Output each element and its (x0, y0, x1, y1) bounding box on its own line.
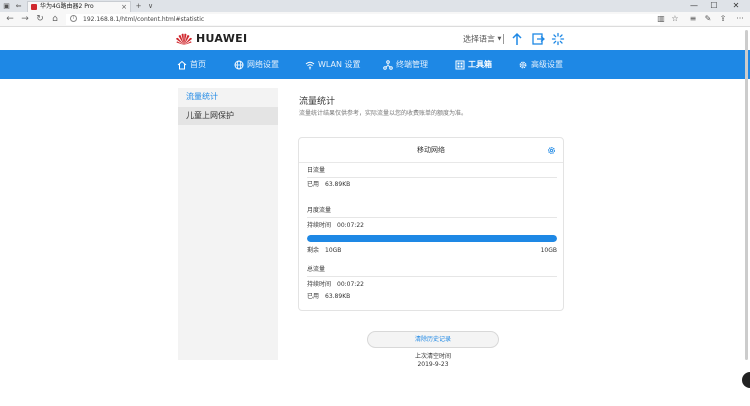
sidebar-item-traffic-statistics[interactable]: 流量统计 (178, 88, 278, 106)
url-field[interactable]: i 192.168.8.1/html/content.html#statisti… (66, 14, 660, 25)
total-duration-label: 持续时间 (307, 281, 332, 288)
total-traffic-label: 总流量 (307, 266, 326, 273)
floating-help-button[interactable] (742, 372, 750, 388)
total-duration-value: 00:07:22 (337, 281, 364, 288)
total-duration-row: 持续时间 00:07:22 (307, 281, 364, 289)
nav-toolbox[interactable]: 工具箱 (455, 50, 492, 79)
monthly-traffic-label: 月度流量 (307, 207, 332, 214)
chevron-down-icon: ▼ (497, 36, 502, 42)
last-clear-date: 2019-9-23 (417, 361, 449, 368)
toolbox-icon (455, 60, 465, 69)
nav-device-management[interactable]: 终端管理 (383, 50, 428, 79)
total-used-value: 63.89KB (325, 293, 351, 300)
last-clear-label: 上次清空时间 (414, 353, 451, 360)
daily-used-row: 已用 63.89KB (307, 181, 350, 189)
sidebar-item-parental-control[interactable]: 儿童上网保护 (178, 107, 278, 125)
back-tabs-icon[interactable]: ⇐ (14, 2, 23, 10)
brand-name: HUAWEI (196, 32, 248, 45)
more-menu-icon[interactable]: ··· (735, 14, 745, 24)
total-used-row: 已用 63.89KB (307, 293, 350, 301)
web-note-icon[interactable]: ✎ (703, 14, 713, 24)
huawei-logo-icon (176, 33, 192, 45)
globe-icon (234, 60, 244, 69)
language-label[interactable]: 选择语言 (463, 35, 495, 44)
minimize-button[interactable]: — (686, 0, 702, 11)
monthly-remaining-value: 10GB (325, 247, 342, 254)
monthly-usage-progress-bar (307, 235, 557, 242)
forward-arrow-icon[interactable]: → (20, 14, 30, 24)
monthly-duration-label: 持续时间 (307, 222, 332, 229)
settings-gear-icon[interactable] (547, 146, 556, 155)
monthly-remaining-row: 剩余 10GB (307, 247, 341, 255)
browser-tab-bar: ▣ ⇐ 华为4G路由器2 Pro × + ∨ — ☐ ✕ (0, 0, 750, 12)
divider (307, 276, 557, 277)
nav-devices-label: 终端管理 (396, 60, 428, 69)
nav-network-settings[interactable]: 网络设置 (234, 50, 279, 79)
tab-close-icon[interactable]: × (121, 2, 127, 12)
page-header: HUAWEI 选择语言 ▼ (0, 27, 750, 50)
wifi-icon (305, 61, 315, 69)
card-header: 移动网络 (299, 138, 563, 163)
close-window-button[interactable]: ✕ (728, 0, 744, 11)
monthly-remaining-label: 剩余 (307, 247, 320, 254)
divider (307, 177, 557, 178)
loading-spinner-icon (551, 32, 565, 46)
url-text[interactable]: 192.168.8.1/html/content.html#statistic (83, 14, 204, 25)
nav-network-label: 网络设置 (247, 60, 279, 69)
home-icon (177, 60, 187, 69)
mobile-network-card: 移动网络 日流量 已用 63.89KB 月度流量 持续时间 00:07:22 剩余 1… (298, 137, 564, 311)
nav-home-label: 首页 (190, 60, 206, 69)
page-description: 流量统计结果仅供参考，实际流量以您的收费账单的额度为准。 (299, 110, 468, 117)
total-used-label: 已用 (307, 293, 320, 300)
logout-icon[interactable] (531, 32, 545, 46)
tab-title: 华为4G路由器2 Pro (40, 3, 94, 10)
daily-used-label: 已用 (307, 181, 320, 188)
nav-toolbox-label: 工具箱 (468, 60, 492, 69)
nav-home[interactable]: 首页 (177, 50, 206, 79)
tab-actions-icon[interactable]: ▣ (2, 2, 11, 10)
header-divider (503, 34, 504, 44)
reading-view-icon[interactable]: ▥ (656, 14, 666, 24)
daily-traffic-label: 日流量 (307, 167, 326, 174)
browser-tab[interactable]: 华为4G路由器2 Pro × (27, 1, 131, 12)
sidebar: 流量统计 儿童上网保护 (178, 88, 278, 360)
home-icon[interactable]: ⌂ (50, 14, 60, 24)
new-tab-button[interactable]: + (134, 2, 143, 10)
nav-advanced-settings[interactable]: 高级设置 (518, 50, 563, 79)
favorites-hub-icon[interactable]: ≡ (688, 14, 698, 24)
page-title: 流量统计 (299, 97, 336, 107)
maximize-button[interactable]: ☐ (706, 0, 722, 11)
nav-advanced-label: 高级设置 (531, 60, 563, 69)
daily-used-value: 63.89KB (325, 181, 351, 188)
monthly-duration-row: 持续时间 00:07:22 (307, 222, 364, 230)
address-bar: ← → ↻ ⌂ i 192.168.8.1/html/content.html#… (0, 12, 750, 27)
upgrade-arrow-icon[interactable] (510, 32, 524, 46)
language-selector[interactable]: 选择语言 ▼ (463, 34, 501, 45)
gear-icon (519, 61, 527, 68)
clear-history-button[interactable]: 清除历史记录 (367, 331, 499, 348)
site-info-icon[interactable]: i (70, 15, 77, 22)
nav-wlan-label: WLAN 设置 (318, 60, 361, 69)
nav-wlan-settings[interactable]: WLAN 设置 (305, 50, 361, 79)
divider (307, 217, 557, 218)
refresh-icon[interactable]: ↻ (35, 14, 45, 24)
favorite-star-icon[interactable]: ☆ (670, 14, 680, 24)
tab-list-chevron-icon[interactable]: ∨ (146, 2, 155, 10)
monthly-duration-value: 00:07:22 (337, 222, 364, 229)
monthly-usage-progress-fill (307, 235, 557, 242)
share-icon[interactable]: ⇪ (718, 14, 728, 24)
back-arrow-icon[interactable]: ← (5, 14, 15, 24)
main-nav: 首页 网络设置 WLAN 设置 终端管理 工具箱 高级设置 (0, 50, 750, 79)
huawei-favicon-icon (31, 4, 37, 10)
monthly-total-value: 10GB (540, 247, 557, 254)
page-scrollbar[interactable] (745, 30, 748, 360)
devices-icon (383, 59, 393, 70)
card-title: 移动网络 (417, 146, 445, 154)
